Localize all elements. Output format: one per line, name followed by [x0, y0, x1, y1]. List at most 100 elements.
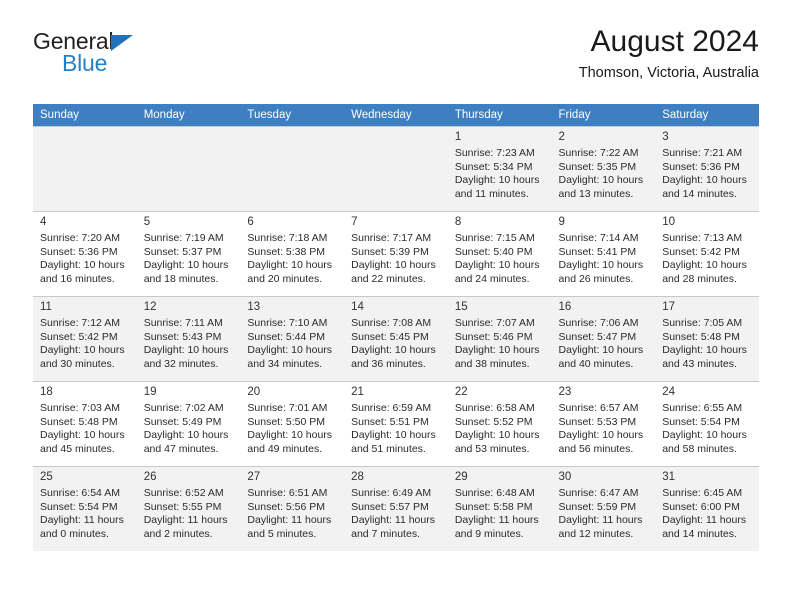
sunrise-text: Sunrise: 7:11 AM [143, 317, 223, 329]
daylight-text-line1: Daylight: 10 hours [143, 259, 229, 272]
calendar-day-cell[interactable]: 19 Sunrise: 7:02 AM Sunset: 5:49 PM Dayligh… [136, 381, 241, 467]
calendar-day-cell[interactable]: 31 Sunrise: 6:45 AM Sunset: 6:00 PM Dayligh… [655, 466, 759, 551]
sunrise-text: Sunrise: 6:49 AM [351, 487, 432, 499]
calendar-day-cell[interactable]: 25 Sunrise: 6:54 AM Sunset: 5:54 PM Dayligh… [33, 466, 137, 551]
calendar-day-cell[interactable]: 24 Sunrise: 6:55 AM Sunset: 5:54 PM Dayligh… [655, 381, 759, 467]
day-details: Sunrise: 7:05 AM Sunset: 5:48 PM Daylight:… [655, 317, 759, 371]
day-number: 7 [351, 216, 358, 228]
day-details: Sunrise: 6:48 AM Sunset: 5:58 PM Daylight:… [448, 487, 552, 541]
day-number: 1 [454, 131, 462, 143]
day-details: Sunrise: 7:23 AM Sunset: 5:34 PM Daylight:… [448, 147, 552, 201]
sunset-text: Sunset: 5:41 PM [558, 245, 637, 258]
daylight-text-line2: and 28 minutes. [662, 272, 737, 285]
daylight-text-line1: Daylight: 10 hours [247, 259, 333, 272]
sunset-text: Sunset: 5:47 PM [558, 330, 637, 343]
calendar-day-cell[interactable]: 22 Sunrise: 6:58 AM Sunset: 5:52 PM Dayligh… [447, 381, 552, 467]
sunset-text: Sunset: 5:42 PM [40, 330, 118, 343]
sunrise-text: Sunrise: 7:19 AM [143, 232, 224, 244]
day-details: Sunrise: 6:51 AM Sunset: 5:56 PM Daylight:… [240, 487, 344, 541]
calendar-day-cell[interactable]: 20 Sunrise: 7:01 AM Sunset: 5:50 PM Dayligh… [240, 381, 345, 467]
sunrise-text: Sunrise: 7:17 AM [351, 232, 432, 244]
day-number [344, 127, 448, 134]
calendar-day-cell[interactable]: 17 Sunrise: 7:05 AM Sunset: 5:48 PM Dayligh… [655, 296, 759, 382]
calendar-day-cell[interactable]: 16 Sunrise: 7:06 AM Sunset: 5:47 PM Dayligh… [551, 296, 656, 382]
calendar-day-cell[interactable]: 1 Sunrise: 7:23 AM Sunset: 5:34 PM Daylight… [447, 126, 552, 212]
calendar-day-cell[interactable]: 14 Sunrise: 7:08 AM Sunset: 5:45 PM Dayligh… [344, 296, 448, 382]
calendar-day-cell[interactable]: 27 Sunrise: 6:51 AM Sunset: 5:56 PM Dayligh… [240, 466, 345, 551]
calendar-day-cell[interactable]: 18 Sunrise: 7:03 AM Sunset: 5:48 PM Dayligh… [33, 381, 137, 467]
daylight-text-line1: Daylight: 10 hours [558, 174, 644, 187]
sunrise-text: Sunrise: 7:20 AM [40, 232, 120, 244]
daylight-text-line1: Daylight: 10 hours [662, 344, 747, 357]
title-block: August 2024 Thomson, Victoria, Australia [579, 22, 759, 84]
calendar-day-cell[interactable]: 2 Sunrise: 7:22 AM Sunset: 5:35 PM Daylight… [551, 126, 656, 212]
calendar-day-cell[interactable]: 4 Sunrise: 7:20 AM Sunset: 5:36 PM Daylight… [33, 211, 137, 297]
sunset-text: Sunset: 5:55 PM [143, 500, 222, 513]
calendar-day-cell[interactable]: 23 Sunrise: 6:57 AM Sunset: 5:53 PM Dayligh… [551, 381, 656, 467]
triangle-icon [111, 35, 134, 51]
daylight-text-line2: and 58 minutes. [662, 442, 737, 455]
calendar-day-cell[interactable]: 5 Sunrise: 7:19 AM Sunset: 5:37 PM Daylight… [136, 211, 241, 297]
daylight-text-line2: and 51 minutes. [351, 442, 426, 455]
calendar-day-cell[interactable]: 10 Sunrise: 7:13 AM Sunset: 5:42 PM Dayligh… [655, 211, 759, 297]
daylight-text-line1: Daylight: 10 hours [454, 174, 540, 187]
day-number [240, 127, 344, 134]
day-details: Sunrise: 6:47 AM Sunset: 5:59 PM Daylight:… [552, 487, 656, 541]
day-number: 6 [247, 216, 254, 228]
calendar-day-cell[interactable]: 15 Sunrise: 7:07 AM Sunset: 5:46 PM Dayligh… [447, 296, 552, 382]
sunset-text: Sunset: 5:39 PM [351, 245, 429, 258]
sunset-text: Sunset: 5:34 PM [454, 160, 533, 173]
calendar-day-cell[interactable]: 12 Sunrise: 7:11 AM Sunset: 5:43 PM Dayligh… [136, 296, 241, 382]
daylight-text-line2: and 12 minutes. [558, 527, 634, 540]
calendar-day-cell[interactable]: 30 Sunrise: 6:47 AM Sunset: 5:59 PM Dayligh… [551, 466, 656, 551]
calendar-header-row: Sunday Monday Tuesday Wednesday Thursday… [33, 104, 759, 127]
calendar-day-cell[interactable]: 21 Sunrise: 6:59 AM Sunset: 5:51 PM Dayligh… [344, 381, 448, 467]
calendar-empty-cell [240, 126, 345, 212]
day-number: 25 [40, 471, 53, 483]
page-header: General Blue August 2024 Thomson, Victor… [33, 25, 759, 100]
calendar-day-cell[interactable]: 29 Sunrise: 6:48 AM Sunset: 5:58 PM Dayligh… [447, 466, 552, 551]
sunrise-text: Sunrise: 7:21 AM [662, 147, 743, 159]
calendar-day-cell[interactable]: 6 Sunrise: 7:18 AM Sunset: 5:38 PM Daylight… [240, 211, 345, 297]
daylight-text-line1: Daylight: 10 hours [558, 259, 644, 272]
calendar-week-row: 11 Sunrise: 7:12 AM Sunset: 5:42 PM Dayligh… [33, 296, 759, 382]
day-number: 17 [662, 301, 676, 313]
weekday-header-thursday: Thursday [447, 104, 552, 127]
sunset-text: Sunset: 5:57 PM [351, 500, 429, 513]
daylight-text-line1: Daylight: 10 hours [247, 344, 333, 357]
calendar-day-cell[interactable]: 8 Sunrise: 7:15 AM Sunset: 5:40 PM Daylight… [447, 211, 552, 297]
calendar-day-cell[interactable]: 28 Sunrise: 6:49 AM Sunset: 5:57 PM Dayligh… [344, 466, 448, 551]
daylight-text-line1: Daylight: 10 hours [351, 344, 436, 357]
day-number: 16 [558, 301, 572, 313]
calendar-day-cell[interactable]: 7 Sunrise: 7:17 AM Sunset: 5:39 PM Daylight… [344, 211, 448, 297]
calendar-week-row: 18 Sunrise: 7:03 AM Sunset: 5:48 PM Dayligh… [33, 381, 759, 467]
sunrise-text: Sunrise: 7:08 AM [351, 317, 432, 329]
sunset-text: Sunset: 5:37 PM [143, 245, 222, 258]
calendar-day-cell[interactable]: 9 Sunrise: 7:14 AM Sunset: 5:41 PM Daylight… [551, 211, 656, 297]
daylight-text-line2: and 16 minutes. [40, 272, 115, 285]
sunrise-text: Sunrise: 7:02 AM [143, 402, 224, 414]
day-number: 15 [454, 301, 468, 313]
daylight-text-line1: Daylight: 11 hours [558, 514, 643, 527]
day-details: Sunrise: 7:22 AM Sunset: 5:35 PM Daylight:… [552, 147, 656, 201]
sunset-text: Sunset: 5:48 PM [40, 415, 118, 428]
day-number: 18 [40, 386, 53, 398]
sunset-text: Sunset: 5:36 PM [662, 160, 740, 173]
daylight-text-line2: and 24 minutes. [454, 272, 530, 285]
daylight-text-line2: and 18 minutes. [143, 272, 219, 285]
calendar-day-cell[interactable]: 26 Sunrise: 6:52 AM Sunset: 5:55 PM Dayligh… [136, 466, 241, 551]
calendar-day-cell[interactable]: 3 Sunrise: 7:21 AM Sunset: 5:36 PM Daylight… [655, 126, 759, 212]
calendar-day-cell[interactable]: 11 Sunrise: 7:12 AM Sunset: 5:42 PM Dayligh… [33, 296, 137, 382]
daylight-text-line1: Daylight: 11 hours [40, 514, 124, 527]
brand-logo[interactable]: General Blue [33, 28, 253, 88]
sunrise-text: Sunrise: 7:07 AM [454, 317, 535, 329]
day-details: Sunrise: 6:58 AM Sunset: 5:52 PM Daylight:… [448, 402, 552, 456]
daylight-text-line1: Daylight: 10 hours [662, 174, 747, 187]
daylight-text-line1: Daylight: 11 hours [143, 514, 228, 527]
day-details: Sunrise: 7:12 AM Sunset: 5:42 PM Daylight:… [33, 317, 137, 371]
sunset-text: Sunset: 5:36 PM [40, 245, 118, 258]
calendar-day-cell[interactable]: 13 Sunrise: 7:10 AM Sunset: 5:44 PM Dayligh… [240, 296, 345, 382]
daylight-text-line1: Daylight: 10 hours [454, 259, 540, 272]
calendar-body: 1 Sunrise: 7:23 AM Sunset: 5:34 PM Daylight… [33, 126, 759, 551]
day-details: Sunrise: 7:06 AM Sunset: 5:47 PM Daylight:… [552, 317, 656, 371]
